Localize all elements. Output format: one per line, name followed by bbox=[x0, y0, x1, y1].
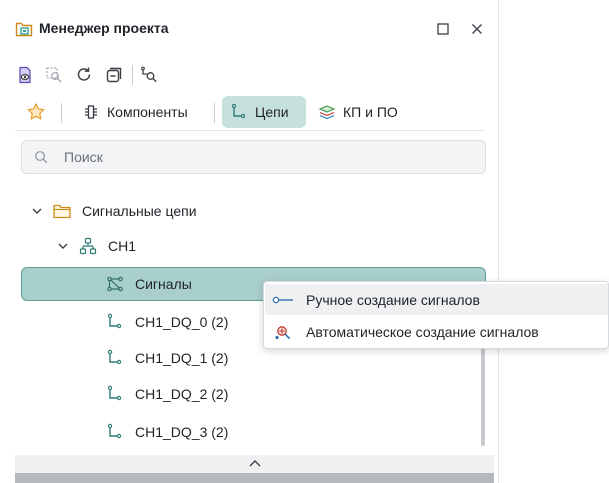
star-icon[interactable] bbox=[26, 102, 46, 122]
find-net-icon[interactable] bbox=[139, 65, 159, 85]
search-box bbox=[21, 140, 486, 174]
tab-nets[interactable]: Цепи bbox=[222, 96, 306, 128]
net-icon bbox=[106, 313, 124, 331]
tab-components-label: Компоненты bbox=[107, 104, 188, 120]
net-icon bbox=[106, 349, 124, 367]
project-manager-panel: Менеджер проекта Компоненты Цепи КП и ПО… bbox=[0, 0, 499, 483]
net-icon bbox=[230, 103, 248, 121]
net-group-icon bbox=[79, 237, 97, 255]
tree-net-label: CH1_DQ_3 (2) bbox=[135, 424, 229, 440]
tab-components[interactable]: Компоненты bbox=[76, 96, 194, 128]
tree-net-item[interactable]: CH1_DQ_2 (2) bbox=[106, 378, 228, 410]
panel-title: Менеджер проекта bbox=[39, 20, 169, 36]
tabs-row: Компоненты Цепи КП и ПО bbox=[0, 94, 498, 130]
menu-item-manual-signals[interactable]: Ручное создание сигналов bbox=[265, 284, 608, 315]
pad-icon bbox=[318, 103, 336, 121]
vertical-scrollbar[interactable] bbox=[481, 340, 485, 446]
maximize-icon[interactable] bbox=[432, 18, 454, 40]
tab-nets-label: Цепи bbox=[255, 104, 289, 120]
menu-item-manual-signals-label: Ручное создание сигналов bbox=[306, 291, 480, 308]
zoom-fit-icon[interactable] bbox=[44, 65, 64, 85]
tree-group-ch1[interactable]: CH1 bbox=[56, 230, 136, 262]
tree-net-item[interactable]: CH1_DQ_0 (2) bbox=[106, 306, 228, 338]
folder-icon bbox=[53, 202, 71, 220]
toolbar bbox=[0, 62, 498, 88]
tree-item-signals[interactable]: Сигналы bbox=[106, 268, 192, 300]
auto-signal-icon bbox=[272, 324, 294, 340]
component-icon bbox=[82, 103, 100, 121]
tree-group-label: CH1 bbox=[108, 238, 137, 254]
collapse-all-icon[interactable] bbox=[104, 65, 124, 85]
chevron-down-icon[interactable] bbox=[56, 239, 70, 253]
refresh-icon[interactable] bbox=[74, 65, 94, 85]
net-icon bbox=[106, 423, 124, 441]
collapse-panel-bar[interactable] bbox=[15, 455, 494, 473]
eye-document-icon[interactable] bbox=[15, 65, 35, 85]
toolbar-divider bbox=[15, 130, 485, 131]
tab-pads-label: КП и ПО bbox=[343, 104, 398, 120]
tabs-separator-2 bbox=[214, 103, 215, 123]
net-icon bbox=[106, 385, 124, 403]
chevron-down-icon[interactable] bbox=[30, 204, 44, 218]
menu-item-auto-signals-label: Автоматическое создание сигналов bbox=[306, 323, 539, 340]
tabs-separator bbox=[61, 103, 62, 123]
toolbar-separator bbox=[132, 65, 133, 85]
tree-root-label: Сигнальные цепи bbox=[82, 203, 197, 219]
tab-pads[interactable]: КП и ПО bbox=[318, 96, 398, 128]
context-menu: Ручное создание сигналов Автоматическое … bbox=[263, 281, 609, 349]
tree-net-label: CH1_DQ_2 (2) bbox=[135, 386, 229, 402]
menu-item-auto-signals[interactable]: Автоматическое создание сигналов bbox=[265, 316, 608, 347]
tree-net-item[interactable]: CH1_DQ_1 (2) bbox=[106, 342, 228, 374]
signal-line-icon bbox=[272, 292, 294, 308]
tree-net-label: CH1_DQ_1 (2) bbox=[135, 350, 229, 366]
search-icon bbox=[34, 150, 48, 164]
bottom-strip bbox=[15, 473, 494, 483]
signals-icon bbox=[106, 275, 124, 293]
close-icon[interactable] bbox=[466, 18, 488, 40]
title-bar: Менеджер проекта bbox=[0, 0, 498, 52]
search-input[interactable] bbox=[62, 148, 466, 166]
chevron-up-icon[interactable] bbox=[248, 456, 262, 472]
tree-root-signal-nets[interactable]: Сигнальные цепи bbox=[30, 195, 197, 227]
project-folder-icon bbox=[15, 20, 33, 38]
tree-net-item[interactable]: CH1_DQ_3 (2) bbox=[106, 416, 228, 448]
tree-item-signals-label: Сигналы bbox=[135, 276, 192, 292]
tree-net-label: CH1_DQ_0 (2) bbox=[135, 314, 229, 330]
